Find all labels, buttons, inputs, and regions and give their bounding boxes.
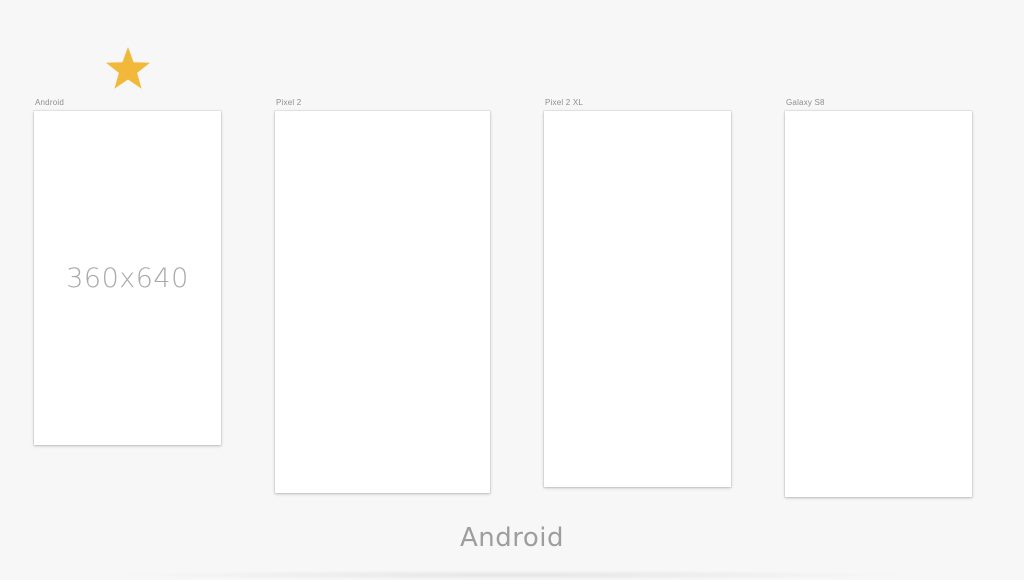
platform-title: Android [459, 523, 565, 553]
artboard-pixel-2-xl[interactable] [544, 111, 731, 487]
artboard-size-label: 360x640 [66, 262, 189, 294]
artboard-galaxy-s8[interactable] [785, 111, 972, 497]
frame-label-pixel-2-xl[interactable]: Pixel 2 XL [545, 98, 583, 107]
artboard-android[interactable]: 360x640 [34, 111, 221, 445]
bottom-shadow [110, 570, 914, 580]
artboard-pixel-2[interactable] [275, 111, 490, 493]
frame-label-galaxy-s8[interactable]: Galaxy S8 [786, 98, 825, 107]
star-icon[interactable] [104, 45, 152, 91]
frame-label-pixel-2[interactable]: Pixel 2 [276, 98, 301, 107]
frame-label-android[interactable]: Android [35, 98, 64, 107]
artboard-canvas: Android 360x640 Pixel 2 Pixel 2 XL Galax… [0, 0, 1024, 580]
